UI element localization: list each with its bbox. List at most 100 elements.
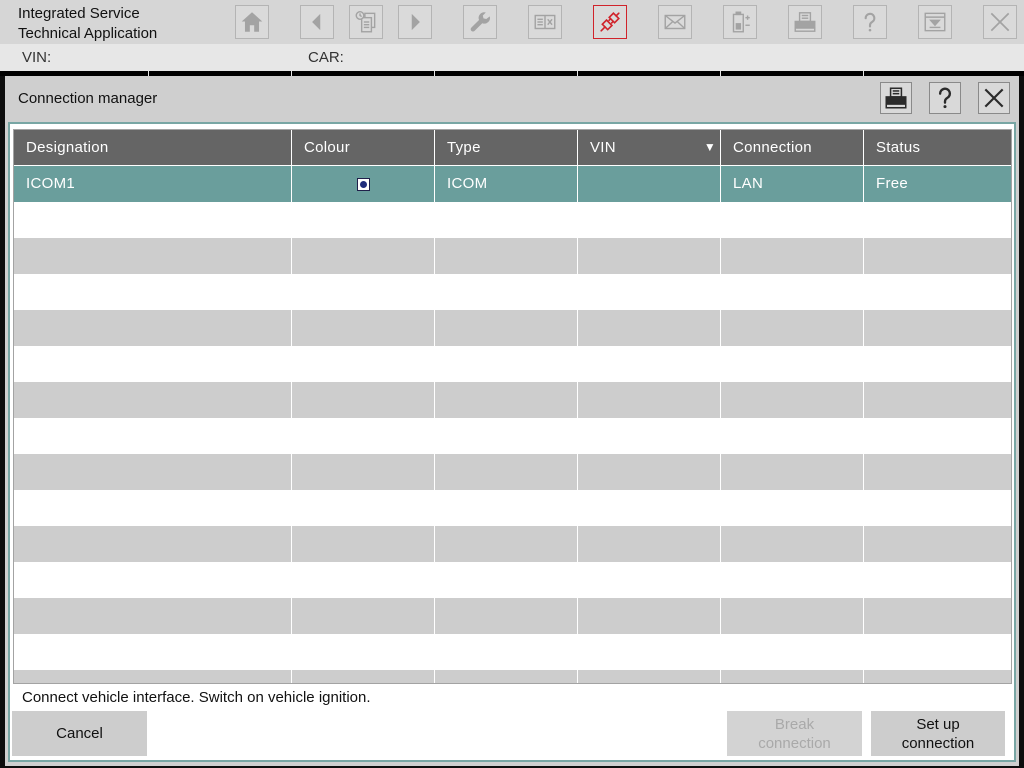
back-icon	[312, 13, 321, 31]
table-cell-empty	[292, 346, 434, 382]
table-cell-empty	[14, 598, 291, 634]
history-icon	[355, 11, 376, 33]
dialog-close-button[interactable]	[978, 82, 1010, 114]
table-cell-empty	[578, 526, 720, 562]
column-header-vin[interactable]: VIN ▼	[578, 130, 720, 165]
table-cell-empty	[864, 274, 1011, 310]
table-cell-empty	[721, 418, 863, 454]
table-cell-empty	[435, 238, 577, 274]
close-icon	[990, 12, 1010, 32]
table-cell-empty	[435, 202, 577, 238]
forward-icon	[411, 13, 420, 31]
table-cell-empty	[721, 526, 863, 562]
table-row-empty	[14, 382, 1011, 418]
cell-designation: ICOM1	[14, 166, 291, 202]
service-functions-button[interactable]	[463, 5, 497, 39]
column-header-colour[interactable]: Colour	[292, 130, 434, 165]
vin-label: VIN:	[22, 49, 52, 66]
table-cell-empty	[435, 346, 577, 382]
table-cell-empty	[14, 634, 291, 670]
table-cell-empty	[578, 598, 720, 634]
dialog-content-panel: Designation Colour Type VIN ▼ Connection…	[8, 122, 1016, 762]
table-cell-empty	[864, 634, 1011, 670]
table-cell-empty	[578, 346, 720, 382]
table-cell-empty	[292, 598, 434, 634]
table-cell-empty	[292, 454, 434, 490]
table-cell-empty	[864, 238, 1011, 274]
dialog-print-button[interactable]	[880, 82, 912, 114]
menu-icon	[924, 12, 946, 32]
table-cell-empty	[721, 454, 863, 490]
table-cell-empty	[578, 382, 720, 418]
table-cell-empty	[14, 526, 291, 562]
table-cell-empty	[721, 238, 863, 274]
table-cell-empty	[292, 274, 434, 310]
column-header-connection[interactable]: Connection	[721, 130, 863, 165]
menu-button[interactable]	[918, 5, 952, 39]
print-icon	[885, 87, 907, 109]
cell-connection: LAN	[721, 166, 863, 202]
column-header-vin-label: VIN	[590, 139, 616, 156]
table-cell-empty	[435, 670, 577, 683]
table-cell-empty	[435, 598, 577, 634]
table-cell-empty	[292, 490, 434, 526]
help-button[interactable]	[853, 5, 887, 39]
cell-colour	[292, 166, 434, 202]
table-cell-empty	[578, 562, 720, 598]
table-cell-empty	[14, 454, 291, 490]
wrench-icon	[470, 12, 490, 32]
table-row-empty	[14, 598, 1011, 634]
table-cell-empty	[292, 526, 434, 562]
table-cell-empty	[435, 490, 577, 526]
break-connection-button-label: Break connection	[758, 715, 831, 752]
table-cell-empty	[292, 562, 434, 598]
table-row-empty	[14, 238, 1011, 274]
set-up-connection-button[interactable]: Set up connection	[871, 711, 1005, 756]
table-cell-empty	[721, 382, 863, 418]
table-cell-empty	[292, 238, 434, 274]
table-cell-empty	[435, 634, 577, 670]
table-cell-empty	[578, 418, 720, 454]
table-cell-empty	[292, 202, 434, 238]
table-row-empty	[14, 670, 1011, 683]
table-row-empty	[14, 274, 1011, 310]
table-cell-empty	[435, 310, 577, 346]
table-row-empty	[14, 454, 1011, 490]
status-message: Connect vehicle interface. Switch on veh…	[22, 689, 371, 706]
table-cell-empty	[864, 598, 1011, 634]
cancel-button[interactable]: Cancel	[12, 711, 147, 756]
table-cell-empty	[292, 310, 434, 346]
table-row[interactable]: ICOM1 ICOM LAN Free	[14, 166, 1011, 202]
close-icon	[984, 88, 1004, 108]
column-header-status[interactable]: Status	[864, 130, 1011, 165]
connection-manager-button[interactable]	[593, 5, 627, 39]
table-cell-empty	[14, 202, 291, 238]
table-cell-empty	[864, 418, 1011, 454]
column-header-type[interactable]: Type	[435, 130, 577, 165]
table-cell-empty	[864, 490, 1011, 526]
colour-swatch-dot	[359, 180, 367, 188]
table-cell-empty	[721, 670, 863, 683]
print-button[interactable]	[788, 5, 822, 39]
cell-vin	[578, 166, 720, 202]
table-row-empty	[14, 418, 1011, 454]
table-row-empty	[14, 526, 1011, 562]
break-connection-button[interactable]: Break connection	[727, 711, 862, 756]
close-app-button[interactable]	[983, 5, 1017, 39]
app-title-line-1: Integrated Service	[18, 5, 140, 22]
table-cell-empty	[721, 634, 863, 670]
column-header-designation[interactable]: Designation	[14, 130, 291, 165]
dialog-help-button[interactable]	[929, 82, 961, 114]
home-button[interactable]	[235, 5, 269, 39]
forward-button[interactable]	[398, 5, 432, 39]
table-cell-empty	[292, 634, 434, 670]
table-cell-empty	[578, 310, 720, 346]
mail-icon	[664, 14, 686, 30]
history-button[interactable]	[349, 5, 383, 39]
mail-button[interactable]	[658, 5, 692, 39]
battery-button[interactable]	[723, 5, 757, 39]
back-button[interactable]	[300, 5, 334, 39]
connections-table: Designation Colour Type VIN ▼ Connection…	[13, 129, 1012, 684]
table-cell-empty	[292, 382, 434, 418]
compare-button[interactable]	[528, 5, 562, 39]
